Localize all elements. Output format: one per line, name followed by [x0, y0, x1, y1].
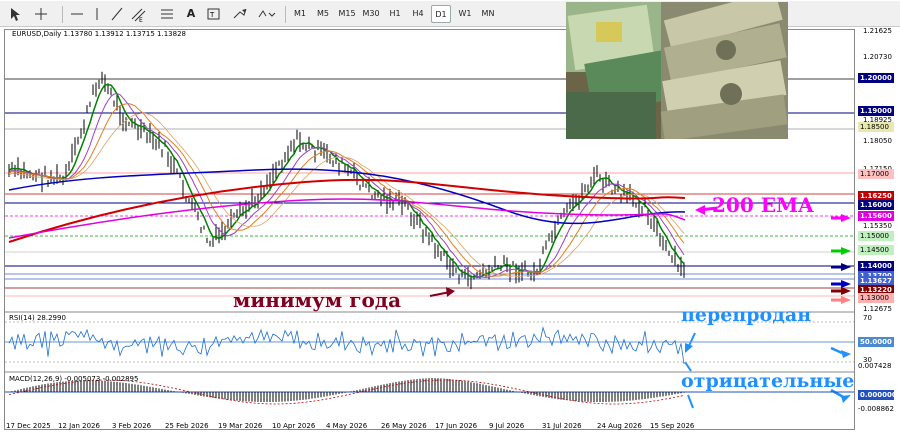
rsi-line	[8, 326, 685, 365]
arrow-tool-icon[interactable]	[232, 5, 248, 23]
date-label: 31 Jul 2026	[542, 422, 582, 430]
level-label-1-2000: 1.20000	[858, 73, 894, 83]
level-arrow-icon	[841, 280, 851, 288]
level-label-1-1500: 1.15000	[858, 231, 894, 241]
date-label: 17 Jun 2026	[435, 422, 478, 430]
toolbar-separator	[62, 6, 63, 23]
level-label-1-1560: 1.15600	[858, 211, 894, 221]
timeframe-d1[interactable]: D1	[431, 5, 451, 23]
date-label: 24 Aug 2026	[597, 422, 642, 430]
ema200-red-line	[8, 178, 686, 243]
level-arrow-icon	[841, 247, 851, 255]
date-label: 26 May 2026	[381, 422, 427, 430]
level-arrow-icon	[841, 214, 851, 222]
channel-tool-icon[interactable]: E	[130, 5, 146, 24]
timeframe-m15[interactable]: M15	[336, 5, 358, 23]
date-label: 4 May 2026	[326, 422, 368, 430]
macd-zero-label: 0.000000	[858, 390, 897, 400]
price-tick: 1.18050	[863, 137, 892, 145]
macd-tick: 0.007428	[858, 362, 892, 370]
negative-annotation: отрицательные	[681, 370, 855, 392]
date-label: 17 Dec 2025	[6, 422, 51, 430]
timeframe-h1[interactable]: H1	[385, 5, 405, 23]
symbol-info: EURUSD,Daily 1.13780 1.13912 1.13715 1.1…	[12, 30, 186, 38]
date-label: 19 Mar 2026	[218, 422, 263, 430]
year-low-annotation: минимум года	[233, 288, 402, 312]
level-arrow-icon	[841, 263, 851, 271]
level-label-1-1450: 1.14500	[858, 245, 894, 255]
banknotes-image-icon	[566, 2, 788, 139]
rsi-tick: 70	[863, 314, 872, 322]
level-label-1-1300: 1.13000	[858, 293, 894, 303]
horizontal-line-tool-icon[interactable]	[70, 5, 84, 23]
macd-tick: -0.008862	[858, 405, 894, 413]
macd-indicator-label: MACD(12,26,9) -0.005073 -0.002895	[9, 375, 139, 383]
year-low-arrowhead-icon	[446, 287, 455, 297]
price-tick: 1.12675	[863, 305, 892, 313]
cursor-arrow-icon	[11, 8, 20, 21]
crosshair-tool-icon[interactable]	[34, 5, 48, 23]
rsi-indicator-label: RSI(14) 28.2990	[9, 314, 66, 322]
timeframe-h4[interactable]: H4	[408, 5, 428, 23]
oversold-annotation: перепродан	[681, 304, 812, 326]
oversold-arrowhead-icon	[685, 343, 693, 353]
rsi-arrow-shaft	[830, 346, 843, 355]
level-label-1-1700: 1.17000	[858, 169, 894, 179]
rsi-arrow-icon	[841, 350, 851, 358]
money-photo	[566, 2, 788, 139]
cursor-tool-icon[interactable]	[8, 5, 22, 23]
label-tool-icon[interactable]: T	[206, 5, 222, 23]
level-label-1-1600: 1.16000	[858, 200, 894, 210]
ema-arrowhead-icon	[695, 205, 705, 215]
ema-magenta-line	[8, 198, 686, 239]
trendline-tool-icon[interactable]	[110, 5, 124, 23]
level-label-1-1900: 1.19000	[858, 106, 894, 116]
date-label: 3 Feb 2026	[112, 422, 152, 430]
price-tick: 1.20730	[863, 53, 892, 61]
timeframe-w1[interactable]: W1	[455, 5, 475, 23]
vertical-line-tool-icon[interactable]	[90, 5, 104, 23]
date-label: 15 Sep 2026	[650, 422, 695, 430]
fibonacci-tool-icon[interactable]	[160, 5, 174, 23]
shapes-dropdown-icon[interactable]	[256, 5, 276, 23]
ema-annotation: 200 EMA	[712, 193, 814, 217]
timeframe-m1[interactable]: M1	[290, 5, 310, 23]
text-tool-icon[interactable]: A	[184, 5, 198, 23]
level-label-1-1400: 1.14000	[858, 261, 894, 271]
rsi-level-label: 50.0000	[858, 337, 894, 347]
timeframe-m5[interactable]: M5	[313, 5, 333, 23]
level-label-1-1850: 1.18500	[858, 122, 894, 132]
date-label: 25 Feb 2026	[165, 422, 209, 430]
price-tick: 1.21625	[863, 27, 892, 35]
date-label: 9 Jul 2026	[489, 422, 525, 430]
svg-text:T: T	[209, 11, 215, 19]
date-label: 10 Apr 2026	[272, 422, 316, 430]
date-label: 12 Jan 2026	[58, 422, 100, 430]
timeframe-mn[interactable]: MN	[478, 5, 498, 23]
price-tick: 1.15350	[863, 222, 892, 230]
level-arrow-icon	[841, 296, 851, 304]
toolbar-separator	[285, 6, 286, 23]
negative-arrow-icon	[687, 394, 694, 409]
timeframe-m30[interactable]: M30	[360, 5, 382, 23]
svg-text:E: E	[139, 17, 143, 23]
